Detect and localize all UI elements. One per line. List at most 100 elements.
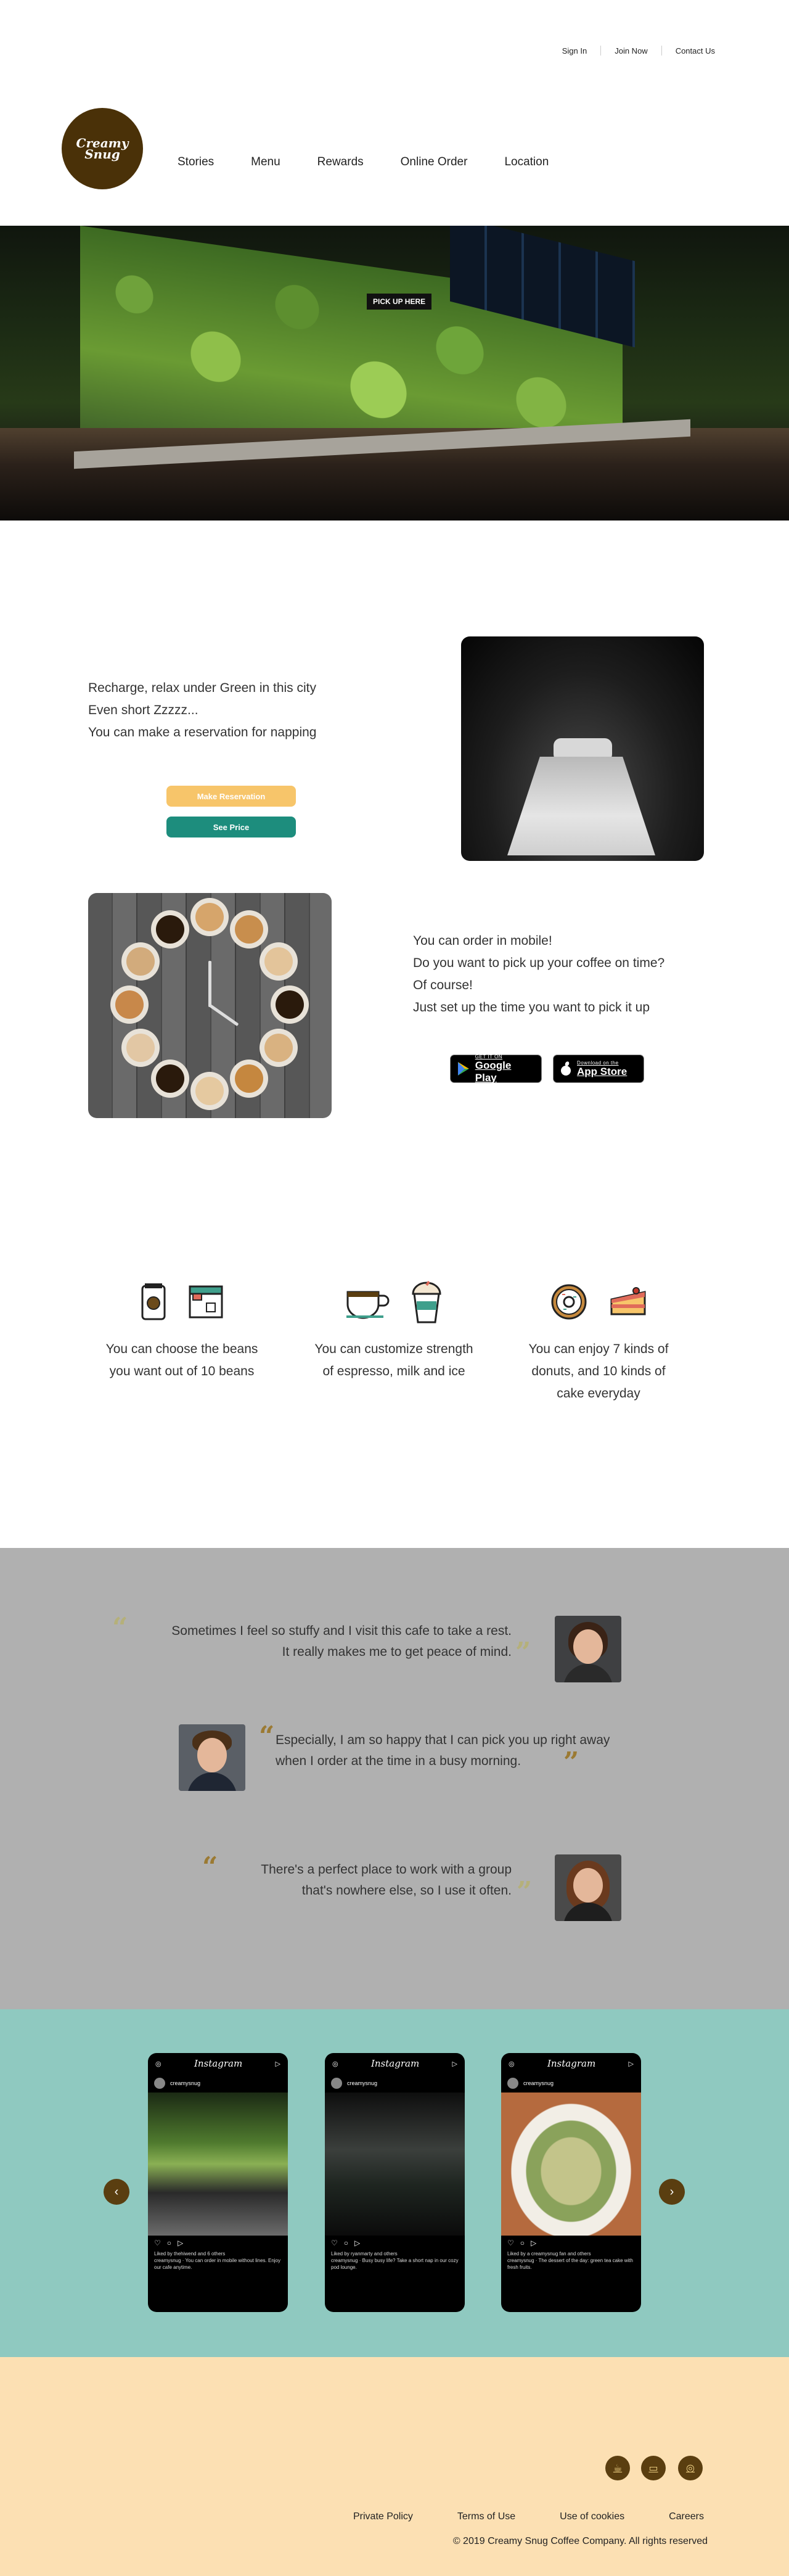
feature-text: You can customize strength of espresso, … — [314, 1342, 473, 1378]
camera-icon: ◎ — [332, 2060, 338, 2068]
share-icon: ▷ — [354, 2239, 361, 2247]
cup — [121, 1029, 160, 1067]
quote-open-icon: “ — [259, 1721, 275, 1752]
nap-pod-photo — [461, 636, 704, 861]
cup — [151, 1060, 189, 1098]
testimonial-quote: There's a perfect place to work with a g… — [261, 1862, 512, 1898]
testimonial-quote: Especially, I am so happy that I can pic… — [276, 1733, 610, 1768]
coffee-bag-icon — [141, 1283, 166, 1320]
logo[interactable]: Creamy Snug — [62, 108, 143, 189]
heart-icon: ♡ — [154, 2239, 161, 2247]
pickup-sign: PICK UP HERE — [367, 294, 432, 310]
cup — [230, 910, 268, 949]
mobile-order-section: You can order in mobile! Do you want to … — [0, 893, 789, 1158]
cup — [121, 942, 160, 981]
nap-description: Recharge, relax under Green in this city… — [88, 681, 317, 739]
comment-icon: ○ — [166, 2239, 172, 2247]
camera-icon: ◎ — [155, 2060, 161, 2068]
coffee-clock-photo — [88, 893, 332, 1118]
carousel-next-button[interactable]: › — [659, 2179, 685, 2205]
avatar — [555, 1616, 621, 1682]
instagram-section: ‹ ◎ Instagram ▷ creamysnug ♡ ○ ▷ Liked b… — [0, 2009, 789, 2357]
quote-close-icon: ” — [517, 1876, 533, 1907]
see-price-button[interactable]: See Price — [166, 817, 296, 837]
private-policy-link[interactable]: Private Policy — [353, 2511, 413, 2522]
post-image — [148, 2092, 288, 2236]
app-store-button[interactable]: Download on the App Store — [553, 1055, 644, 1083]
mobile-order-description: You can order in mobile! Do you want to … — [413, 934, 665, 1014]
cookies-link[interactable]: Use of cookies — [560, 2511, 624, 2522]
send-icon: ▷ — [275, 2060, 280, 2068]
hero-image: PICK UP HERE — [0, 226, 789, 521]
feature-text: You can enjoy 7 kinds of donuts, and 10 … — [528, 1342, 669, 1401]
careers-link[interactable]: Careers — [669, 2511, 704, 2522]
share-icon: ▷ — [178, 2239, 184, 2247]
feature-customize: You can customize strength of espresso, … — [314, 1280, 474, 1383]
nav-menu[interactable]: Menu — [251, 155, 280, 169]
cup — [230, 1060, 268, 1098]
nav-rewards[interactable]: Rewards — [317, 155, 364, 169]
instagram-post[interactable]: ◎ Instagram ▷ creamysnug ♡ ○ ▷ Liked by … — [501, 2053, 641, 2312]
google-play-button[interactable]: GET IT ON Google Play — [450, 1054, 542, 1084]
donut-icon — [551, 1284, 587, 1320]
card-icon[interactable]: ▭ — [641, 2456, 666, 2480]
cup — [190, 898, 229, 936]
quote-close-icon: ” — [515, 1637, 531, 1668]
site-header: Sign In Join Now Contact Us Creamy Snug … — [0, 0, 789, 226]
camera-icon: ◎ — [509, 2060, 515, 2068]
espresso-machine-icon — [189, 1285, 223, 1319]
cup — [110, 986, 149, 1024]
coffee-cup-icon[interactable]: ☕ — [605, 2456, 630, 2480]
comment-icon: ○ — [520, 2239, 525, 2247]
cup — [260, 942, 298, 981]
share-icon: ▷ — [531, 2239, 537, 2247]
cup — [151, 910, 189, 949]
apple-icon — [561, 1061, 571, 1076]
comment-icon: ○ — [343, 2239, 349, 2247]
post-image — [325, 2092, 465, 2236]
feature-desserts: You can enjoy 7 kinds of donuts, and 10 … — [518, 1280, 679, 1405]
terms-of-use-link[interactable]: Terms of Use — [457, 2511, 515, 2522]
logo-text: Creamy Snug — [76, 136, 129, 162]
post-image — [501, 2092, 641, 2236]
make-reservation-button[interactable]: Make Reservation — [166, 786, 296, 807]
coffee-cup-icon — [346, 1291, 390, 1319]
bed — [507, 757, 655, 855]
instagram-icon[interactable]: ◎ — [678, 2456, 703, 2480]
copyright: © 2019 Creamy Snug Coffee Company. All r… — [452, 2536, 708, 2546]
instagram-post[interactable]: ◎ Instagram ▷ creamysnug ♡ ○ ▷ Liked by … — [148, 2053, 288, 2312]
avatar — [154, 2078, 165, 2089]
nav-online-order[interactable]: Online Order — [401, 155, 468, 169]
clock-hand — [208, 961, 211, 1007]
avatar — [331, 2078, 342, 2089]
nav-stories[interactable]: Stories — [178, 155, 214, 169]
cup — [271, 986, 309, 1024]
join-now-link[interactable]: Join Now — [601, 46, 661, 56]
sign-in-link[interactable]: Sign In — [549, 46, 600, 56]
quote-open-icon: “ — [202, 1851, 218, 1883]
cup — [260, 1029, 298, 1067]
feature-text: You can choose the beans you want out of… — [105, 1342, 258, 1378]
avatar — [179, 1724, 245, 1791]
clock-hand — [209, 1004, 239, 1027]
heart-icon: ♡ — [507, 2239, 514, 2247]
feature-beans: You can choose the beans you want out of… — [102, 1280, 262, 1383]
cake-slice-icon — [610, 1287, 646, 1315]
quote-close-icon: ” — [563, 1747, 579, 1778]
nap-section: Recharge, relax under Green in this city… — [0, 521, 789, 893]
avatar — [555, 1854, 621, 1921]
send-icon: ▷ — [452, 2060, 457, 2068]
send-icon: ▷ — [628, 2060, 634, 2068]
iced-drink-icon — [412, 1280, 441, 1323]
carousel-prev-button[interactable]: ‹ — [104, 2179, 129, 2205]
nav-location[interactable]: Location — [504, 155, 549, 169]
features-section: You can choose the beans you want out of… — [0, 1158, 789, 1548]
contact-us-link[interactable]: Contact Us — [662, 46, 729, 56]
instagram-post[interactable]: ◎ Instagram ▷ creamysnug ♡ ○ ▷ Liked by … — [325, 2053, 465, 2312]
cup — [190, 1072, 229, 1110]
testimonial-quote: Sometimes I feel so stuffy and I visit t… — [171, 1624, 512, 1659]
site-footer: ☕ ▭ ◎ Private Policy Terms of Use Use of… — [0, 2357, 789, 2576]
top-links: Sign In Join Now Contact Us — [549, 46, 729, 56]
heart-icon: ♡ — [331, 2239, 338, 2247]
play-store-icon — [457, 1062, 469, 1076]
